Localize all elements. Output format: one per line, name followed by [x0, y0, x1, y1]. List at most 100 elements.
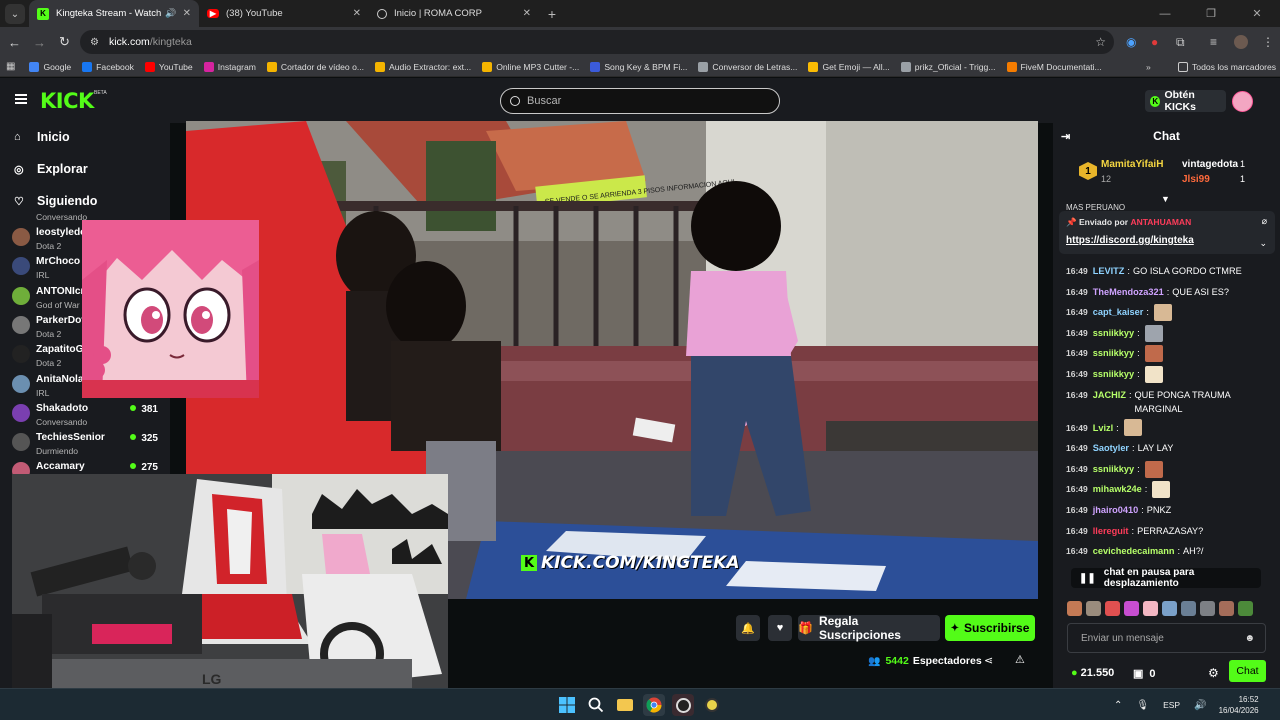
- leader-name[interactable]: Jlsi99: [1182, 174, 1210, 185]
- followed-channel-item[interactable]: Shakadoto Conversando 381: [12, 400, 162, 430]
- search-icon[interactable]: [585, 694, 607, 716]
- emote[interactable]: [1162, 601, 1177, 616]
- bookmark-item[interactable]: Get Emoji — All...: [808, 61, 890, 72]
- message-username[interactable]: cevichedecaimann: [1093, 541, 1175, 562]
- tab-kick[interactable]: K Kingteka Stream - Watch Li 🔊 ✕: [29, 0, 199, 27]
- subscribe-button[interactable]: ✦ Suscribirse: [945, 615, 1035, 641]
- followed-channel-item[interactable]: TechiesSenior Durmiendo 325: [12, 429, 162, 459]
- channel-points[interactable]: ▣ 0: [1133, 667, 1156, 681]
- new-tab-button[interactable]: +: [539, 0, 565, 27]
- obs-icon[interactable]: [672, 694, 694, 716]
- notifications-bell-button[interactable]: 🔔: [736, 615, 760, 641]
- maximize-icon[interactable]: ❐: [1188, 0, 1234, 27]
- emote[interactable]: [1238, 601, 1253, 616]
- all-bookmarks[interactable]: Todos los marcadores: [1178, 61, 1276, 72]
- emote[interactable]: [1105, 601, 1120, 616]
- share-icon[interactable]: ⋖: [984, 654, 993, 667]
- sidebar-item-siguiendo[interactable]: ♡ Siguiendo: [14, 194, 97, 208]
- emote[interactable]: [1143, 601, 1158, 616]
- bookmark-item[interactable]: Facebook: [82, 61, 134, 72]
- bookmark-item[interactable]: Cortador de vídeo o...: [266, 61, 364, 72]
- app-icon[interactable]: [701, 694, 723, 716]
- bookmark-item[interactable]: Instagram: [203, 61, 256, 72]
- follow-heart-button[interactable]: ♥: [768, 615, 792, 641]
- user-avatar[interactable]: [1232, 91, 1253, 112]
- message-username[interactable]: ssniikkyy: [1093, 364, 1134, 385]
- profile-icon[interactable]: [1234, 27, 1248, 57]
- message-username[interactable]: LEVITZ: [1093, 261, 1125, 282]
- chat-settings-icon[interactable]: ⚙: [1208, 666, 1219, 680]
- menu-dots-icon[interactable]: ⋮: [1262, 27, 1274, 57]
- send-chat-button[interactable]: Chat: [1229, 660, 1266, 682]
- emote[interactable]: [1086, 601, 1101, 616]
- apps-grid-icon[interactable]: ▦: [6, 61, 15, 72]
- extensions-puzzle-icon[interactable]: ⧉: [1176, 27, 1185, 57]
- bookmark-item[interactable]: Conversor de Letras...: [698, 61, 797, 72]
- gift-subs-button[interactable]: 🎁 Regala Suscripciones: [798, 614, 940, 642]
- bookmark-item[interactable]: FiveM Documentati...: [1006, 61, 1102, 72]
- clock[interactable]: 16:52 16/04/2026: [1219, 694, 1259, 716]
- message-username[interactable]: llereguit: [1093, 521, 1129, 542]
- message-username[interactable]: ssniikkyy: [1093, 459, 1134, 480]
- chevron-up-icon[interactable]: ⌃: [1114, 700, 1122, 711]
- leader-name[interactable]: MamitaYifaiH: [1101, 159, 1163, 170]
- message-username[interactable]: TheMendoza321: [1093, 282, 1164, 303]
- volume-icon[interactable]: 🔊: [1194, 700, 1206, 711]
- search-input[interactable]: Buscar: [500, 88, 780, 114]
- url-text[interactable]: kick.com/kingteka: [109, 36, 192, 48]
- message-username[interactable]: capt_kaiser: [1093, 302, 1144, 323]
- emoji-picker-icon[interactable]: ☻: [1244, 633, 1255, 644]
- collapse-chat-icon[interactable]: ⇥: [1061, 130, 1070, 143]
- extension-icon[interactable]: ◉: [1126, 27, 1136, 57]
- emote[interactable]: [1219, 601, 1234, 616]
- kick-logo[interactable]: KICK: [40, 89, 94, 113]
- chrome-icon[interactable]: [643, 694, 665, 716]
- message-username[interactable]: mihawk24e: [1093, 479, 1142, 500]
- unpin-icon[interactable]: ⌀: [1262, 216, 1267, 227]
- close-tab-icon[interactable]: ✕: [353, 8, 361, 19]
- message-username[interactable]: ssniikkyy: [1093, 343, 1134, 364]
- bookmark-item[interactable]: Google: [29, 61, 71, 72]
- start-windows-icon[interactable]: [556, 694, 578, 716]
- emote[interactable]: [1124, 601, 1139, 616]
- emote[interactable]: [1067, 601, 1082, 616]
- emote-image[interactable]: [1123, 419, 1142, 437]
- reload-icon[interactable]: ↻: [52, 34, 77, 50]
- menu-hamburger-icon[interactable]: [15, 94, 27, 104]
- chevron-down-icon[interactable]: ⌄: [1259, 238, 1267, 249]
- emote-image[interactable]: [1153, 303, 1172, 321]
- minimize-icon[interactable]: —: [1142, 0, 1188, 27]
- bookmark-item[interactable]: prikz_Oficial - Trigg...: [900, 61, 996, 72]
- message-username[interactable]: Saotyler: [1093, 438, 1129, 459]
- tab-youtube[interactable]: ▶ (38) YouTube ✕: [199, 0, 369, 27]
- bookmark-item[interactable]: YouTube: [144, 61, 193, 72]
- file-explorer-icon[interactable]: [614, 694, 636, 716]
- report-icon[interactable]: ⚠: [1015, 653, 1025, 666]
- forward-icon[interactable]: →: [27, 35, 52, 50]
- bookmark-item[interactable]: Audio Extractor: ext...: [375, 61, 471, 72]
- pinned-link[interactable]: https://discord.gg/kingteka: [1066, 235, 1268, 246]
- site-info-icon[interactable]: ⚙: [90, 37, 99, 48]
- emote-image[interactable]: [1144, 324, 1163, 342]
- tab-search-button[interactable]: ⌄: [5, 4, 25, 24]
- omnibox[interactable]: ⚙ kick.com/kingteka ☆: [80, 30, 1114, 54]
- message-username[interactable]: JACHIZ: [1093, 388, 1126, 402]
- emote[interactable]: [1200, 601, 1215, 616]
- close-window-icon[interactable]: ✕: [1234, 0, 1280, 27]
- more-bookmarks-icon[interactable]: »: [1146, 62, 1151, 72]
- sidebar-item-inicio[interactable]: ⌂ Inicio: [14, 130, 70, 144]
- expand-leaderboard-icon[interactable]: ▼: [1161, 194, 1170, 204]
- emote-image[interactable]: [1144, 460, 1163, 478]
- bookmark-item[interactable]: Online MP3 Cutter -...: [482, 61, 579, 72]
- language-indicator[interactable]: ESP: [1163, 700, 1180, 710]
- extension-icon[interactable]: ●: [1151, 27, 1158, 57]
- bookmark-star-icon[interactable]: ☆: [1095, 35, 1106, 49]
- emote-image[interactable]: [1144, 365, 1163, 383]
- emote-image[interactable]: [1152, 481, 1171, 499]
- sidebar-item-explorar[interactable]: ◎ Explorar: [14, 162, 88, 176]
- message-username[interactable]: jhairo0410: [1093, 500, 1138, 521]
- chat-paused-banner[interactable]: ❚❚ chat en pausa para desplazamiento: [1071, 567, 1261, 589]
- leader-name[interactable]: vintagedota: [1182, 159, 1238, 170]
- emote-image[interactable]: [1144, 345, 1163, 363]
- kicks-balance[interactable]: ● 21.550: [1071, 667, 1114, 679]
